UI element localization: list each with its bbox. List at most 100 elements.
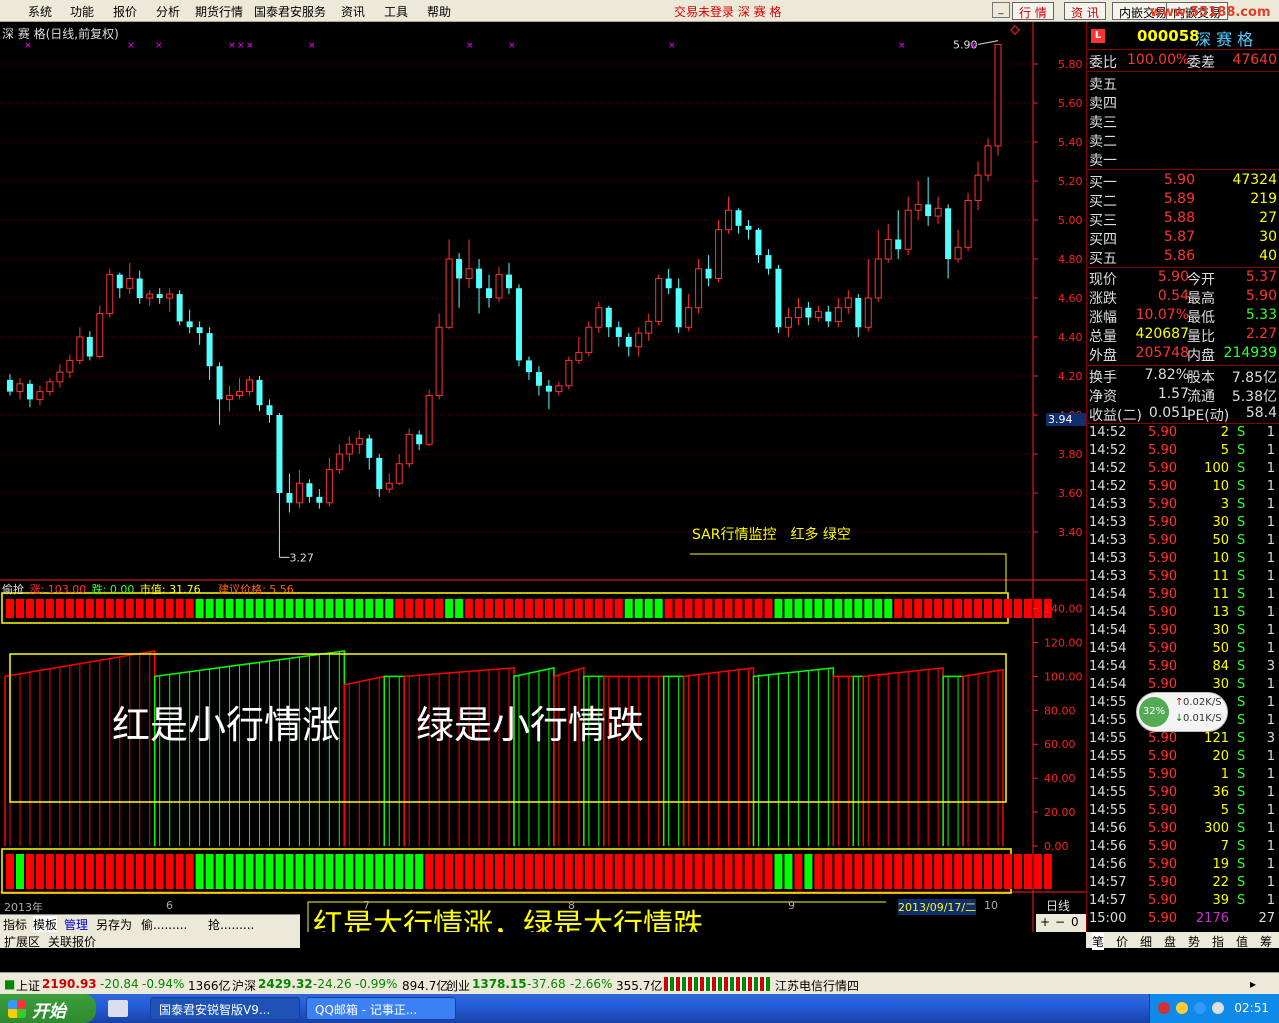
tick-price: 5.90 xyxy=(1148,533,1177,548)
zoom-in-icon[interactable]: + xyxy=(1040,915,1050,929)
sar-signal-bar xyxy=(295,599,304,618)
big-signal-bar xyxy=(704,854,713,889)
tab-manage[interactable]: 管理 xyxy=(64,916,88,933)
candle-body-up xyxy=(445,258,453,328)
tab-qiang[interactable]: 抢......... xyxy=(208,916,254,933)
index-status-bar: ■ 上证 2190.93 -20.84 -0.94% 1366亿 沪深 2429… xyxy=(0,972,1279,994)
sar-signal-bar xyxy=(25,599,34,618)
menu-futures[interactable]: 期货行情 xyxy=(195,3,243,20)
sar-signal-bar xyxy=(984,599,993,618)
buy-level-label: 买三 xyxy=(1089,213,1117,229)
quote-button[interactable]: 行 情 xyxy=(1012,2,1054,20)
menu-tools[interactable]: 工具 xyxy=(384,3,408,20)
big-signal-bar xyxy=(754,854,763,889)
tick-row: 14:56 5.90 19 S 1 xyxy=(1089,857,1279,875)
zoom-out-icon[interactable]: − xyxy=(1055,915,1065,929)
buy-level-label: 买一 xyxy=(1089,175,1117,191)
side-tab[interactable]: 盘 xyxy=(1164,933,1176,950)
quote-label: 换手 xyxy=(1089,370,1117,386)
quote-row: 涨跌 0.54 最高 5.90 xyxy=(1089,288,1279,307)
side-tab[interactable]: 笔 xyxy=(1092,933,1105,950)
sar-signal-bar xyxy=(1023,599,1032,618)
sar-signal-bar xyxy=(485,599,494,618)
tray-icon-2[interactable] xyxy=(1176,1002,1188,1014)
tab-expand[interactable]: 扩展区 xyxy=(4,933,40,950)
tray-icon-1[interactable] xyxy=(1158,1002,1170,1014)
tab-indicator[interactable]: 指标 xyxy=(3,916,27,933)
sar-signal-bar xyxy=(75,599,84,618)
tab-save-as[interactable]: 另存为 xyxy=(96,916,132,933)
scroll-right-icon[interactable]: ▸ xyxy=(1250,977,1256,991)
cy-label[interactable]: 创业 xyxy=(446,977,470,994)
tick-row: 14:57 5.90 22 S 1 xyxy=(1089,875,1279,893)
sar-signal-bar xyxy=(505,599,513,618)
minimize-icon[interactable]: _ xyxy=(992,2,1010,18)
sar-signal-bar xyxy=(95,599,104,618)
news-ticker[interactable]: 江苏电信行情四 xyxy=(775,977,859,994)
tick-count: 1 xyxy=(1266,515,1275,530)
side-tab[interactable]: 势 xyxy=(1188,933,1200,950)
tick-time: 14:55 xyxy=(1089,785,1127,800)
network-speed-widget[interactable]: 32% ↑ 0.02K/S ↓ 0.01K/S xyxy=(1136,692,1228,732)
system-tray: 02:51 xyxy=(1149,994,1279,1023)
sar-signal-bar xyxy=(544,599,553,618)
sub-tick-label: 100.00 xyxy=(1044,670,1083,683)
sar-signal-bar xyxy=(554,599,563,618)
month-9: 9 xyxy=(788,899,795,912)
candle-body-up xyxy=(325,469,333,504)
quicklaunch-icon[interactable] xyxy=(108,1000,128,1017)
side-tab[interactable]: 价 xyxy=(1116,933,1128,950)
sell-level-row: 卖一 xyxy=(1089,150,1279,169)
big-signal-bar xyxy=(275,854,284,889)
tick-count: 1 xyxy=(1266,677,1275,692)
candle-body-down xyxy=(476,268,483,289)
tab-template[interactable]: 模板 xyxy=(33,916,58,933)
reset-icon[interactable]: 0 xyxy=(1071,915,1079,929)
info-button[interactable]: 资 讯 xyxy=(1064,2,1106,20)
sell-level-label: 卖四 xyxy=(1089,96,1117,112)
menu-gtja-service[interactable]: 国泰君安服务 xyxy=(254,3,326,20)
sar-signal-bar xyxy=(345,599,354,618)
sar-signal-bar xyxy=(45,599,54,618)
sh-label[interactable]: 上证 xyxy=(16,977,40,994)
tab-related-quote[interactable]: 关联报价 xyxy=(48,933,96,950)
side-tab[interactable]: 筹 xyxy=(1260,933,1272,950)
indicator-header: 偷抢 涨: 103.00 跌: 0.00 市值: 31.76 建议价格: 5.5… xyxy=(2,581,294,597)
menu-quote[interactable]: 报价 xyxy=(113,3,137,20)
tick-time: 14:56 xyxy=(1089,821,1127,836)
side-tab[interactable]: 细 xyxy=(1140,933,1152,950)
event-marker-icon: × xyxy=(228,41,236,51)
sar-signal-bar xyxy=(654,599,663,618)
menu-help[interactable]: 帮助 xyxy=(427,3,451,20)
tick-time: 14:54 xyxy=(1089,587,1127,602)
candle-body-up xyxy=(954,246,962,260)
kline-chart[interactable]: 5.805.605.405.205.004.804.604.404.204.00… xyxy=(0,22,1086,932)
sub-tick-label: 120.00 xyxy=(1044,636,1083,649)
big-signal-bar xyxy=(465,854,474,889)
menu-system[interactable]: 系统 xyxy=(28,3,52,20)
candle-body-up xyxy=(166,293,174,299)
tray-icon-3[interactable] xyxy=(1194,1002,1206,1014)
side-tab[interactable]: 值 xyxy=(1236,933,1248,950)
cy-pct: -2.66% xyxy=(570,977,613,991)
tick-row: 14:56 5.90 300 S 1 xyxy=(1089,821,1279,839)
menu-analysis[interactable]: 分析 xyxy=(156,3,180,20)
menu-function[interactable]: 功能 xyxy=(70,3,94,20)
tray-icon-4[interactable] xyxy=(1212,1002,1224,1014)
tick-price: 5.90 xyxy=(1148,569,1177,584)
price-tick-label: 3.40 xyxy=(1058,526,1083,539)
expand-filler xyxy=(300,932,1086,948)
side-tab[interactable]: 指 xyxy=(1212,933,1224,950)
tick-time: 14:53 xyxy=(1089,569,1127,584)
hs-label[interactable]: 沪深 xyxy=(232,977,256,994)
task-qqmail[interactable]: QQ邮箱 - 记事正... xyxy=(306,997,456,1020)
candle-body-down xyxy=(515,288,522,361)
menu-info[interactable]: 资讯 xyxy=(341,3,365,20)
chart-area[interactable]: 5.805.605.405.205.004.804.604.404.204.00… xyxy=(0,22,1086,932)
tab-tou[interactable]: 偷......... xyxy=(141,916,187,933)
month-10: 10 xyxy=(984,899,998,912)
price-tick-label: 5.20 xyxy=(1058,175,1083,188)
candle-body-up xyxy=(16,383,24,393)
task-gtja[interactable]: 国泰君安锐智版V9... xyxy=(150,997,300,1020)
sell-level-label: 卖五 xyxy=(1089,77,1117,93)
